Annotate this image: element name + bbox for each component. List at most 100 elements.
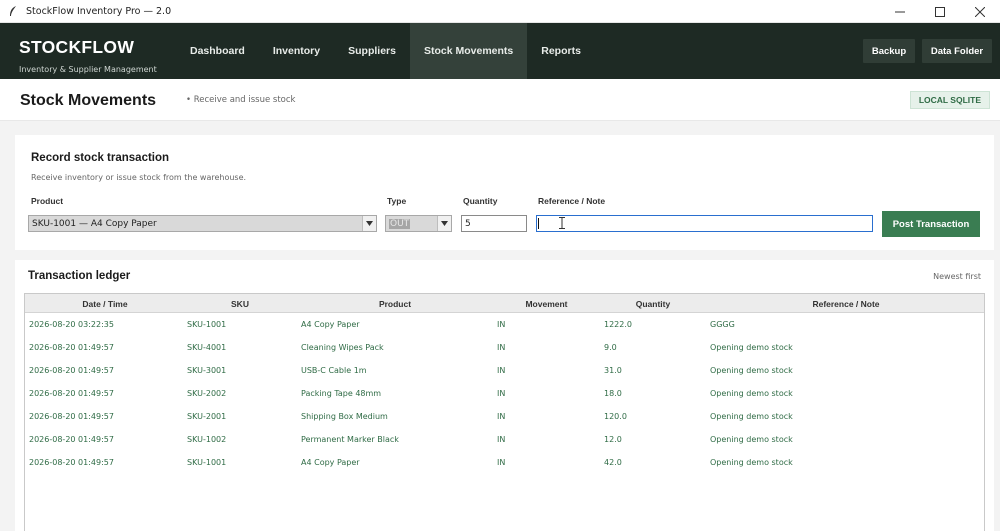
window-controls (880, 0, 1000, 23)
cell-quantity: 120.0 (604, 412, 627, 421)
ibeam-cursor-icon (559, 217, 565, 232)
page-subtitle: • Receive and issue stock (186, 95, 296, 105)
cell-reference: Opening demo stock (710, 435, 793, 444)
table-row[interactable]: 2026-08-20 01:49:57 SKU-2001 Shipping Bo… (25, 405, 984, 428)
cell-reference: Opening demo stock (710, 412, 793, 421)
table-row[interactable]: 2026-08-20 01:49:57 SKU-1002 Permanent M… (25, 428, 984, 451)
cell-datetime: 2026-08-20 01:49:57 (29, 435, 114, 444)
data-folder-button[interactable]: Data Folder (922, 39, 992, 63)
cell-reference: GGGG (710, 320, 735, 329)
feather-icon (6, 4, 20, 18)
page-title: Stock Movements (20, 92, 157, 109)
cell-reference: Opening demo stock (710, 366, 793, 375)
type-select-value: OUT (389, 218, 411, 229)
cell-quantity: 12.0 (604, 435, 622, 444)
cell-movement: IN (497, 389, 506, 398)
page-header: Stock Movements • Receive and issue stoc… (0, 79, 1000, 121)
column-header-movement[interactable]: Movement (495, 294, 598, 313)
cell-sku: SKU-1001 (187, 320, 227, 329)
column-header-quantity[interactable]: Quantity (598, 294, 708, 313)
cell-sku: SKU-4001 (187, 343, 227, 352)
type-label: Type (387, 196, 407, 206)
backup-button[interactable]: Backup (863, 39, 915, 63)
cell-quantity: 42.0 (604, 458, 622, 467)
cell-reference: Opening demo stock (710, 343, 793, 352)
cell-quantity: 9.0 (604, 343, 617, 352)
cell-reference: Opening demo stock (710, 458, 793, 467)
cell-quantity: 18.0 (604, 389, 622, 398)
cell-datetime: 2026-08-20 01:49:57 (29, 412, 114, 421)
column-header-datetime[interactable]: Date / Time (25, 294, 185, 313)
close-icon[interactable] (960, 0, 1000, 23)
cell-quantity: 31.0 (604, 366, 622, 375)
cell-product: Shipping Box Medium (301, 412, 388, 421)
maximize-icon[interactable] (920, 0, 960, 23)
brand-name: STOCKFLOW (19, 37, 135, 57)
main-nav: Dashboard Inventory Suppliers Stock Move… (176, 23, 595, 79)
text-cursor (538, 218, 539, 229)
quantity-input[interactable]: 5 (461, 215, 527, 232)
nav-suppliers[interactable]: Suppliers (334, 23, 410, 79)
quantity-label: Quantity (463, 196, 498, 206)
cell-sku: SKU-1002 (187, 435, 227, 444)
record-title: Record stock transaction (31, 152, 170, 164)
table-row[interactable]: 2026-08-20 01:49:57 SKU-4001 Cleaning Wi… (25, 336, 984, 359)
cell-quantity: 1222.0 (604, 320, 632, 329)
cell-product: Permanent Marker Black (301, 435, 399, 444)
ledger-table[interactable]: Date / Time SKU Product Movement Quantit… (24, 293, 985, 531)
table-header: Date / Time SKU Product Movement Quantit… (25, 294, 984, 313)
cell-sku: SKU-3001 (187, 366, 227, 375)
sort-note: Newest first (933, 272, 981, 281)
nav-inventory[interactable]: Inventory (259, 23, 334, 79)
cell-product: Packing Tape 48mm (301, 389, 382, 398)
product-select-value: SKU-1001 — A4 Copy Paper (32, 218, 157, 229)
cell-sku: SKU-2001 (187, 412, 227, 421)
brand: STOCKFLOW Inventory & Supplier Managemen… (19, 37, 157, 74)
type-select[interactable]: OUT (385, 215, 452, 232)
table-row[interactable]: 2026-08-20 03:22:35 SKU-1001 A4 Copy Pap… (25, 313, 984, 336)
nav-dashboard[interactable]: Dashboard (176, 23, 259, 79)
cell-datetime: 2026-08-20 01:49:57 (29, 366, 114, 375)
cell-product: USB-C Cable 1m (301, 366, 367, 375)
cell-movement: IN (497, 435, 506, 444)
column-header-product[interactable]: Product (295, 294, 495, 313)
cell-product: A4 Copy Paper (301, 458, 360, 467)
minimize-icon[interactable] (880, 0, 920, 23)
cell-product: Cleaning Wipes Pack (301, 343, 384, 352)
record-transaction-card: Record stock transaction Receive invento… (15, 135, 994, 250)
brand-tagline: Inventory & Supplier Management (19, 65, 157, 74)
ledger-title: Transaction ledger (28, 270, 131, 282)
window-title: StockFlow Inventory Pro — 2.0 (26, 5, 172, 17)
cell-movement: IN (497, 412, 506, 421)
post-transaction-button[interactable]: Post Transaction (882, 211, 980, 237)
cell-movement: IN (497, 366, 506, 375)
chevron-down-icon[interactable] (362, 216, 376, 231)
reference-input[interactable] (536, 215, 873, 232)
cell-sku: SKU-2002 (187, 389, 227, 398)
nav-stock-movements[interactable]: Stock Movements (409, 23, 528, 79)
nav-reports[interactable]: Reports (527, 23, 595, 79)
cell-datetime: 2026-08-20 01:49:57 (29, 458, 114, 467)
cell-datetime: 2026-08-20 01:49:57 (29, 343, 114, 352)
window-titlebar: StockFlow Inventory Pro — 2.0 (0, 0, 1000, 23)
cell-movement: IN (497, 320, 506, 329)
product-label: Product (31, 196, 64, 206)
app-header: STOCKFLOW Inventory & Supplier Managemen… (0, 23, 1000, 79)
product-select[interactable]: SKU-1001 — A4 Copy Paper (28, 215, 377, 232)
cell-movement: IN (497, 343, 506, 352)
chevron-down-icon[interactable] (437, 216, 451, 231)
cell-reference: Opening demo stock (710, 389, 793, 398)
column-header-reference[interactable]: Reference / Note (708, 294, 984, 313)
cell-movement: IN (497, 458, 506, 467)
table-row[interactable]: 2026-08-20 01:49:57 SKU-2002 Packing Tap… (25, 382, 984, 405)
cell-product: A4 Copy Paper (301, 320, 360, 329)
record-subtitle: Receive inventory or issue stock from th… (31, 173, 247, 182)
table-row[interactable]: 2026-08-20 01:49:57 SKU-3001 USB-C Cable… (25, 359, 984, 382)
cell-datetime: 2026-08-20 03:22:35 (29, 320, 114, 329)
column-header-sku[interactable]: SKU (185, 294, 295, 313)
table-row[interactable]: 2026-08-20 01:49:57 SKU-1001 A4 Copy Pap… (25, 451, 984, 474)
ledger-card: Transaction ledger Newest first Date / T… (15, 260, 994, 531)
cell-datetime: 2026-08-20 01:49:57 (29, 389, 114, 398)
cell-sku: SKU-1001 (187, 458, 227, 467)
reference-label: Reference / Note (538, 196, 606, 206)
